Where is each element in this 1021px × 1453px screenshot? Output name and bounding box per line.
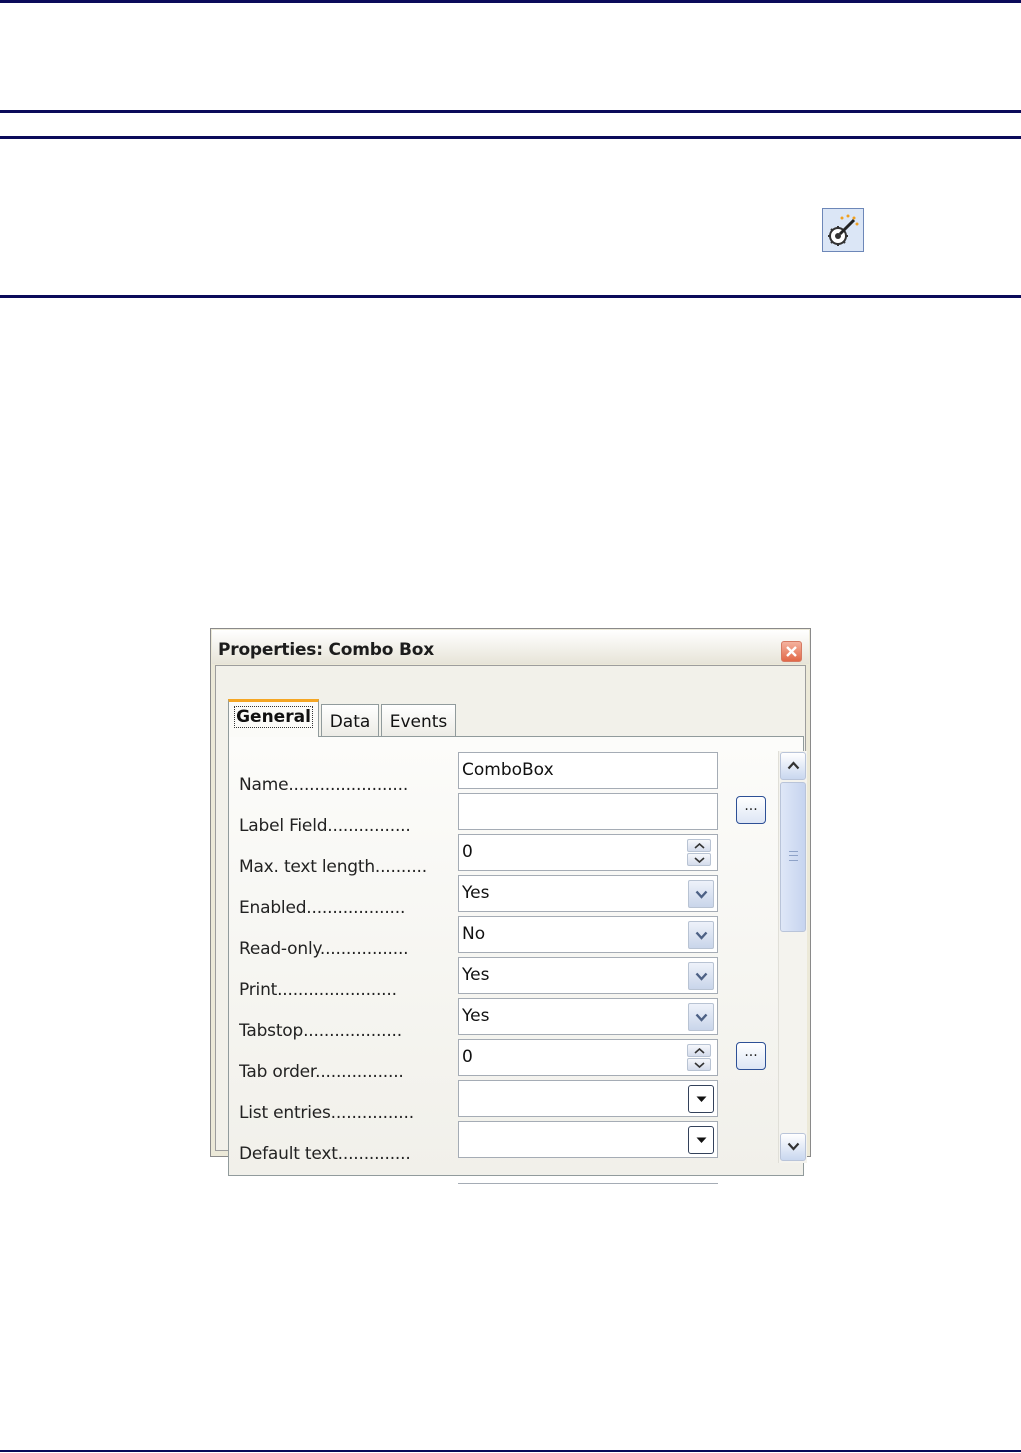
header-rule-2 — [0, 136, 1021, 139]
name-label: Name....................... — [239, 775, 409, 795]
chevron-down-icon — [695, 1013, 708, 1022]
label-field-input[interactable] — [458, 793, 718, 830]
scroll-down-button[interactable] — [780, 1133, 806, 1161]
spin-up-button[interactable] — [687, 1044, 711, 1057]
dialog-title: Properties: Combo Box — [218, 640, 434, 660]
spin-up-button[interactable] — [687, 839, 711, 852]
read-only-dropdown[interactable]: No — [458, 916, 718, 953]
tab-order-browse-button[interactable]: ... — [736, 1042, 766, 1070]
next-field-edge — [458, 1183, 718, 1188]
name-field[interactable]: ComboBox — [458, 752, 718, 789]
list-entries-dropdown-button[interactable] — [688, 1085, 714, 1113]
read-only-label: Read-only................. — [239, 939, 409, 959]
top-rule — [0, 0, 1021, 3]
default-text-dropdown-button[interactable] — [688, 1126, 714, 1154]
close-button[interactable] — [781, 641, 802, 662]
arrow-down-icon — [694, 857, 705, 863]
label-field-label: Label Field................ — [239, 816, 411, 836]
scrollbar-thumb[interactable] — [780, 782, 806, 932]
chevron-down-icon — [787, 1142, 800, 1151]
max-text-length-field[interactable]: 0 — [458, 834, 718, 871]
tab-data[interactable]: Data — [321, 704, 379, 737]
grip-icon — [789, 851, 798, 861]
chevron-up-icon — [787, 761, 800, 770]
chevron-down-icon — [695, 931, 708, 940]
enabled-dropdown-button[interactable] — [688, 880, 714, 908]
spin-down-button[interactable] — [687, 853, 711, 866]
properties-dialog: Properties: Combo Box General Data Event… — [210, 628, 811, 1184]
spin-down-button[interactable] — [687, 1058, 711, 1071]
default-text-dropdown[interactable] — [458, 1121, 718, 1158]
tab-order-spinner — [687, 1044, 713, 1072]
tab-order-label: Tab order................. — [239, 1062, 404, 1082]
max-text-length-label: Max. text length.......... — [239, 857, 427, 877]
tab-general[interactable]: General — [228, 699, 319, 737]
arrow-up-icon — [694, 843, 705, 849]
dialog-body: General Data Events Name................… — [215, 665, 807, 1184]
enabled-label: Enabled................... — [239, 898, 406, 918]
list-entries-label: List entries................ — [239, 1103, 414, 1123]
arrow-up-icon — [694, 1048, 705, 1054]
default-text-label: Default text.............. — [239, 1144, 411, 1164]
dialog-titlebar[interactable]: Properties: Combo Box — [212, 630, 809, 664]
chevron-down-icon — [695, 972, 708, 981]
tabstop-dropdown-button[interactable] — [688, 1003, 714, 1031]
section-rule — [0, 295, 1021, 298]
general-tab-panel: Name....................... ComboBox Lab… — [228, 736, 807, 1184]
form-wizard-button[interactable] — [822, 208, 864, 252]
print-dropdown[interactable]: Yes — [458, 957, 718, 994]
vertical-scrollbar[interactable] — [778, 751, 807, 1163]
tabstop-dropdown[interactable]: Yes — [458, 998, 718, 1035]
header-rule-1 — [0, 110, 1021, 113]
list-entries-dropdown[interactable] — [458, 1080, 718, 1117]
close-icon — [786, 646, 797, 657]
chevron-down-icon — [696, 1137, 707, 1143]
tabstop-label: Tabstop................... — [239, 1021, 402, 1041]
chevron-down-icon — [695, 890, 708, 899]
form-wizard-icon — [828, 214, 859, 246]
tab-order-field[interactable]: 0 — [458, 1039, 718, 1076]
read-only-dropdown-button[interactable] — [688, 921, 714, 949]
max-text-length-spinner — [687, 839, 713, 867]
arrow-down-icon — [694, 1062, 705, 1068]
bottom-rule — [0, 1450, 1021, 1452]
chevron-down-icon — [696, 1096, 707, 1102]
print-label: Print....................... — [239, 980, 397, 1000]
label-field-browse-button[interactable]: ... — [736, 796, 766, 824]
print-dropdown-button[interactable] — [688, 962, 714, 990]
scroll-up-button[interactable] — [780, 752, 806, 780]
tab-events[interactable]: Events — [381, 704, 456, 737]
enabled-dropdown[interactable]: Yes — [458, 875, 718, 912]
